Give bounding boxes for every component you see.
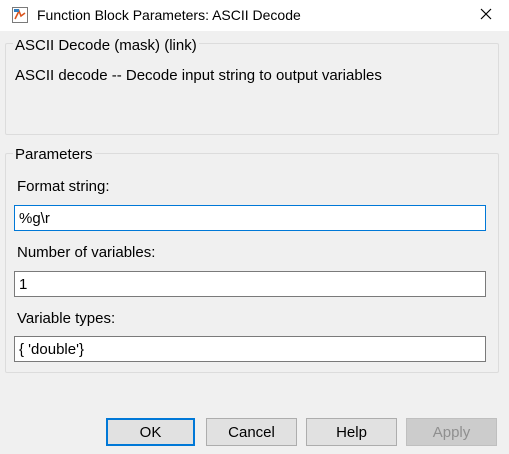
simulink-block-icon (12, 7, 28, 23)
format-string-label: Format string: (17, 178, 110, 195)
number-of-variables-label: Number of variables: (17, 244, 156, 261)
close-button[interactable] (463, 0, 509, 31)
format-string-input[interactable] (14, 205, 486, 231)
ok-button[interactable]: OK (106, 418, 195, 446)
parameters-heading: Parameters (13, 146, 95, 164)
close-icon (480, 7, 492, 25)
window-title: Function Block Parameters: ASCII Decode (37, 7, 301, 23)
title-bar: Function Block Parameters: ASCII Decode (0, 0, 509, 31)
variable-types-label: Variable types: (17, 310, 116, 327)
number-of-variables-input[interactable] (14, 271, 486, 297)
cancel-button[interactable]: Cancel (206, 418, 297, 446)
description-group (5, 43, 499, 135)
description-text: ASCII decode -- Decode input string to o… (15, 67, 382, 84)
description-heading: ASCII Decode (mask) (link) (13, 37, 199, 55)
help-button[interactable]: Help (306, 418, 397, 446)
apply-button[interactable]: Apply (406, 418, 497, 446)
variable-types-input[interactable] (14, 336, 486, 362)
